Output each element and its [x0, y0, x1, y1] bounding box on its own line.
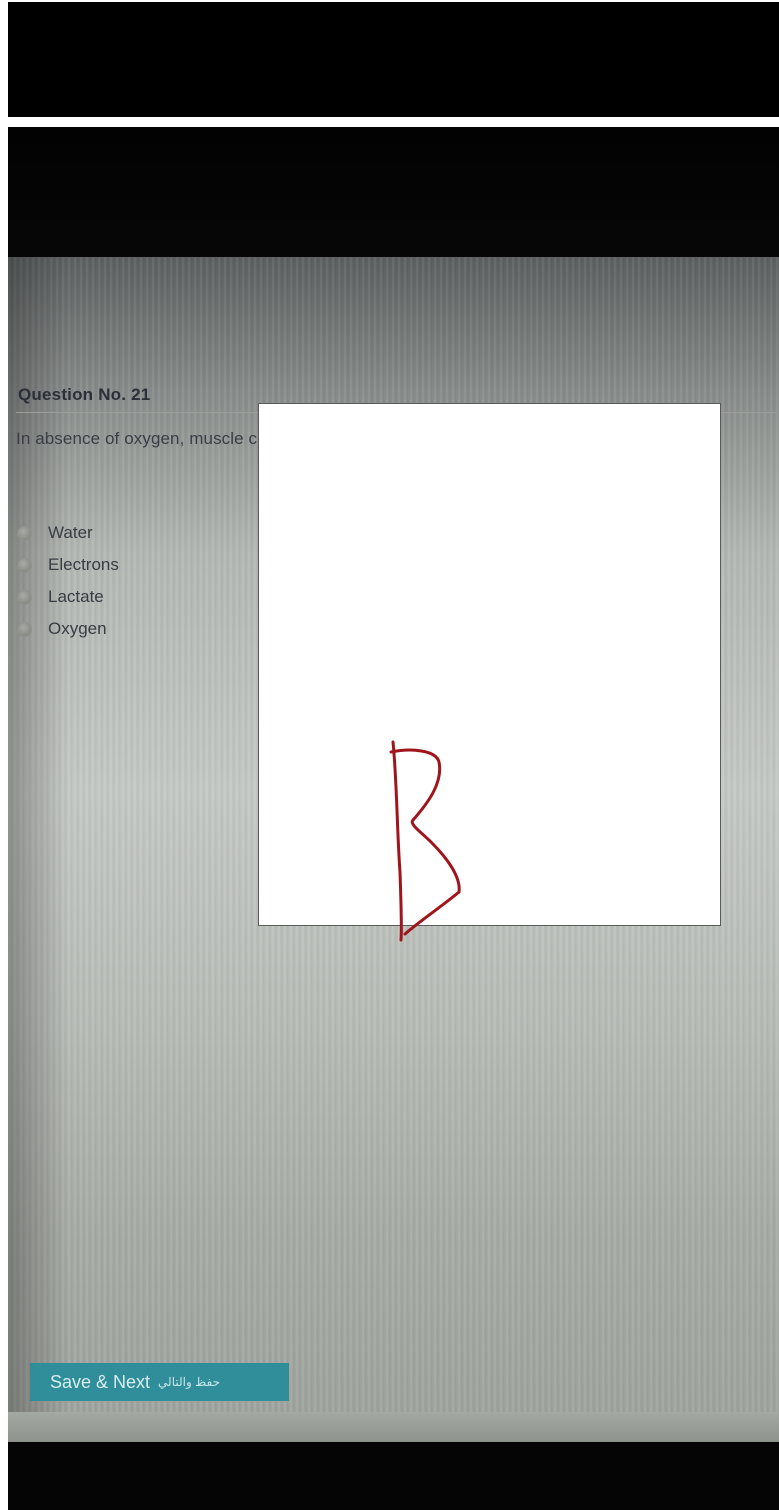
radio-button[interactable]: [18, 526, 31, 540]
photo-top-shadow: [8, 127, 779, 267]
answer-options: Water Electrons Lactate Oxygen: [18, 517, 119, 645]
save-button-label: Save & Next: [50, 1371, 151, 1392]
handwritten-answer-card: [258, 403, 721, 942]
radio-button[interactable]: [18, 558, 31, 572]
save-button-label-arabic: حفظ والتالي: [158, 1375, 220, 1389]
handwritten-letter-b: [389, 740, 461, 942]
photo-bottom-shadow: [8, 1442, 779, 1510]
option-label: Oxygen: [48, 619, 107, 638]
save-next-button[interactable]: Save & Next حفظ والتالي: [30, 1363, 289, 1401]
option-oxygen[interactable]: Oxygen: [18, 613, 119, 645]
option-label: Electrons: [48, 555, 119, 574]
photo-frame: Question No. 21 In absence of oxygen, mu…: [0, 0, 779, 1510]
radio-button[interactable]: [18, 622, 31, 636]
option-lactate[interactable]: Lactate: [18, 581, 119, 613]
radio-button[interactable]: [18, 590, 31, 604]
option-label: Water: [48, 523, 93, 542]
question-number: Question No. 21: [18, 385, 151, 404]
option-electrons[interactable]: Electrons: [18, 549, 119, 581]
bottom-toolbar-strip: [8, 1412, 779, 1442]
top-black-band: [8, 2, 779, 117]
option-label: Lactate: [48, 587, 104, 606]
option-water[interactable]: Water: [18, 517, 119, 549]
